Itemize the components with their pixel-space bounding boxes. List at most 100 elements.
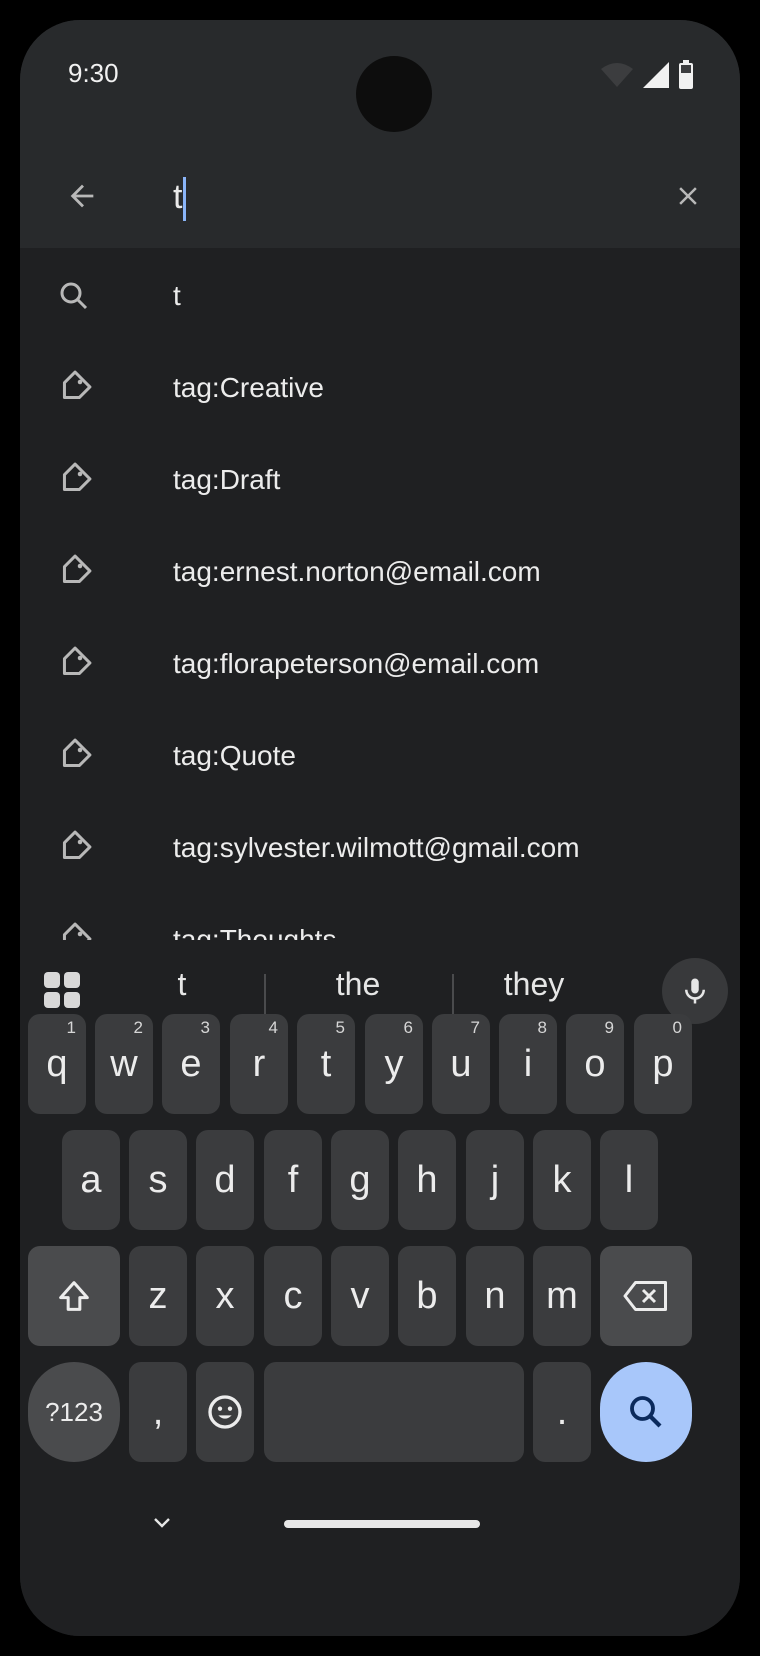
suggestion-label: tag:ernest.norton@email.com [173, 556, 541, 587]
status-bar: 9:30 [20, 20, 740, 150]
search-input[interactable]: t [173, 170, 633, 224]
backspace-key[interactable] [600, 1246, 692, 1346]
key-g[interactable]: g [331, 1130, 389, 1230]
gesture-nav-handle[interactable] [284, 1520, 480, 1528]
key-t[interactable]: t5 [297, 1014, 355, 1114]
symbols-key[interactable]: ?123 [28, 1362, 120, 1462]
key-label: v [350, 1274, 370, 1317]
key-e[interactable]: e3 [162, 1014, 220, 1114]
key-i[interactable]: i8 [499, 1014, 557, 1114]
suggestion-item[interactable]: t [20, 250, 740, 342]
key-label: ?123 [45, 1396, 103, 1427]
wifi-icon [601, 63, 633, 87]
key-m[interactable]: m [533, 1246, 591, 1346]
backspace-icon [623, 1281, 667, 1311]
suggestion-label: tag:Draft [173, 464, 281, 495]
suggestion-item[interactable]: tag:sylvester.wilmott@gmail.com [20, 802, 740, 894]
key-hint: 0 [672, 1018, 682, 1037]
key-label: r [252, 1042, 266, 1085]
suggestion-item[interactable]: tag:Creative [20, 342, 740, 434]
key-a[interactable]: a [62, 1130, 120, 1230]
keyboard: t the they q1 w2 e3 r4 t5 y6 u7 i8 o9 p0… [20, 940, 740, 1636]
word-suggestion[interactable]: t [102, 966, 262, 1003]
tag-icon [52, 826, 96, 870]
key-u[interactable]: u7 [432, 1014, 490, 1114]
key-label: x [215, 1274, 235, 1317]
emoji-key[interactable] [196, 1362, 254, 1462]
tag-icon [52, 642, 96, 686]
search-icon [630, 1396, 662, 1428]
tag-icon [52, 366, 96, 410]
key-hint: 7 [470, 1018, 480, 1037]
word-suggestion[interactable]: they [454, 966, 614, 1003]
key-label: a [80, 1158, 102, 1201]
key-o[interactable]: o9 [566, 1014, 624, 1114]
suggestion-label: tag:Quote [173, 740, 296, 771]
period-key[interactable]: . [533, 1362, 591, 1462]
key-y[interactable]: y6 [365, 1014, 423, 1114]
close-icon [679, 187, 697, 205]
key-p[interactable]: p0 [634, 1014, 692, 1114]
key-r[interactable]: r4 [230, 1014, 288, 1114]
suggestion-item[interactable]: tag:Quote [20, 710, 740, 802]
status-time: 9:30 [68, 58, 119, 88]
key-d[interactable]: d [196, 1130, 254, 1230]
key-w[interactable]: w2 [95, 1014, 153, 1114]
key-x[interactable]: x [196, 1246, 254, 1346]
suggestion-item[interactable]: tag:ernest.norton@email.com [20, 526, 740, 618]
key-b[interactable]: b [398, 1246, 456, 1346]
search-bar: t [20, 140, 740, 248]
shift-key[interactable] [28, 1246, 120, 1346]
key-j[interactable]: j [466, 1130, 524, 1230]
suggestion-item[interactable]: tag:Draft [20, 434, 740, 526]
key-label: , [152, 1390, 164, 1433]
suggestion-label: tag:florapeterson@email.com [173, 648, 540, 679]
tag-icon [52, 458, 96, 502]
key-z[interactable]: z [129, 1246, 187, 1346]
apps-grid-icon[interactable] [44, 972, 80, 1008]
key-h[interactable]: h [398, 1130, 456, 1230]
suggestion-item[interactable]: tag:florapeterson@email.com [20, 618, 740, 710]
space-key[interactable] [264, 1362, 524, 1462]
key-q[interactable]: q1 [28, 1014, 86, 1114]
key-label: n [484, 1274, 506, 1317]
key-label: j [490, 1158, 500, 1201]
text-caret [183, 177, 187, 222]
back-button[interactable] [54, 168, 110, 224]
key-hint: 1 [66, 1018, 76, 1037]
key-label: w [110, 1042, 138, 1085]
tag-icon [52, 550, 96, 594]
key-label: p [652, 1042, 674, 1085]
key-label: e [180, 1042, 202, 1085]
search-icon [52, 274, 96, 318]
key-label: s [148, 1158, 168, 1201]
shift-icon [59, 1281, 89, 1311]
suggestion-label: t [173, 280, 181, 311]
key-label: z [148, 1274, 168, 1317]
key-label: h [416, 1158, 438, 1201]
key-label: k [552, 1158, 572, 1201]
comma-key[interactable]: , [129, 1362, 187, 1462]
suggestion-label: tag:Creative [173, 372, 324, 403]
key-n[interactable]: n [466, 1246, 524, 1346]
key-label: b [416, 1274, 438, 1317]
key-label: m [546, 1274, 578, 1317]
key-s[interactable]: s [129, 1130, 187, 1230]
word-suggestion[interactable]: the [278, 966, 438, 1003]
key-k[interactable]: k [533, 1130, 591, 1230]
key-c[interactable]: c [264, 1246, 322, 1346]
key-v[interactable]: v [331, 1246, 389, 1346]
search-action-key[interactable] [600, 1362, 692, 1462]
key-label: . [556, 1390, 568, 1433]
hide-keyboard-icon[interactable] [150, 1510, 174, 1534]
key-l[interactable]: l [600, 1130, 658, 1230]
key-label: i [523, 1042, 533, 1085]
key-hint: 4 [268, 1018, 278, 1037]
key-hint: 9 [604, 1018, 614, 1037]
key-label: l [624, 1158, 634, 1201]
key-label: y [384, 1042, 404, 1085]
clear-button[interactable] [660, 168, 716, 224]
phone-frame: 9:30 t t tag:Creative tag:Draft tag:erne… [0, 0, 760, 1656]
key-label: g [349, 1158, 371, 1201]
key-f[interactable]: f [264, 1130, 322, 1230]
